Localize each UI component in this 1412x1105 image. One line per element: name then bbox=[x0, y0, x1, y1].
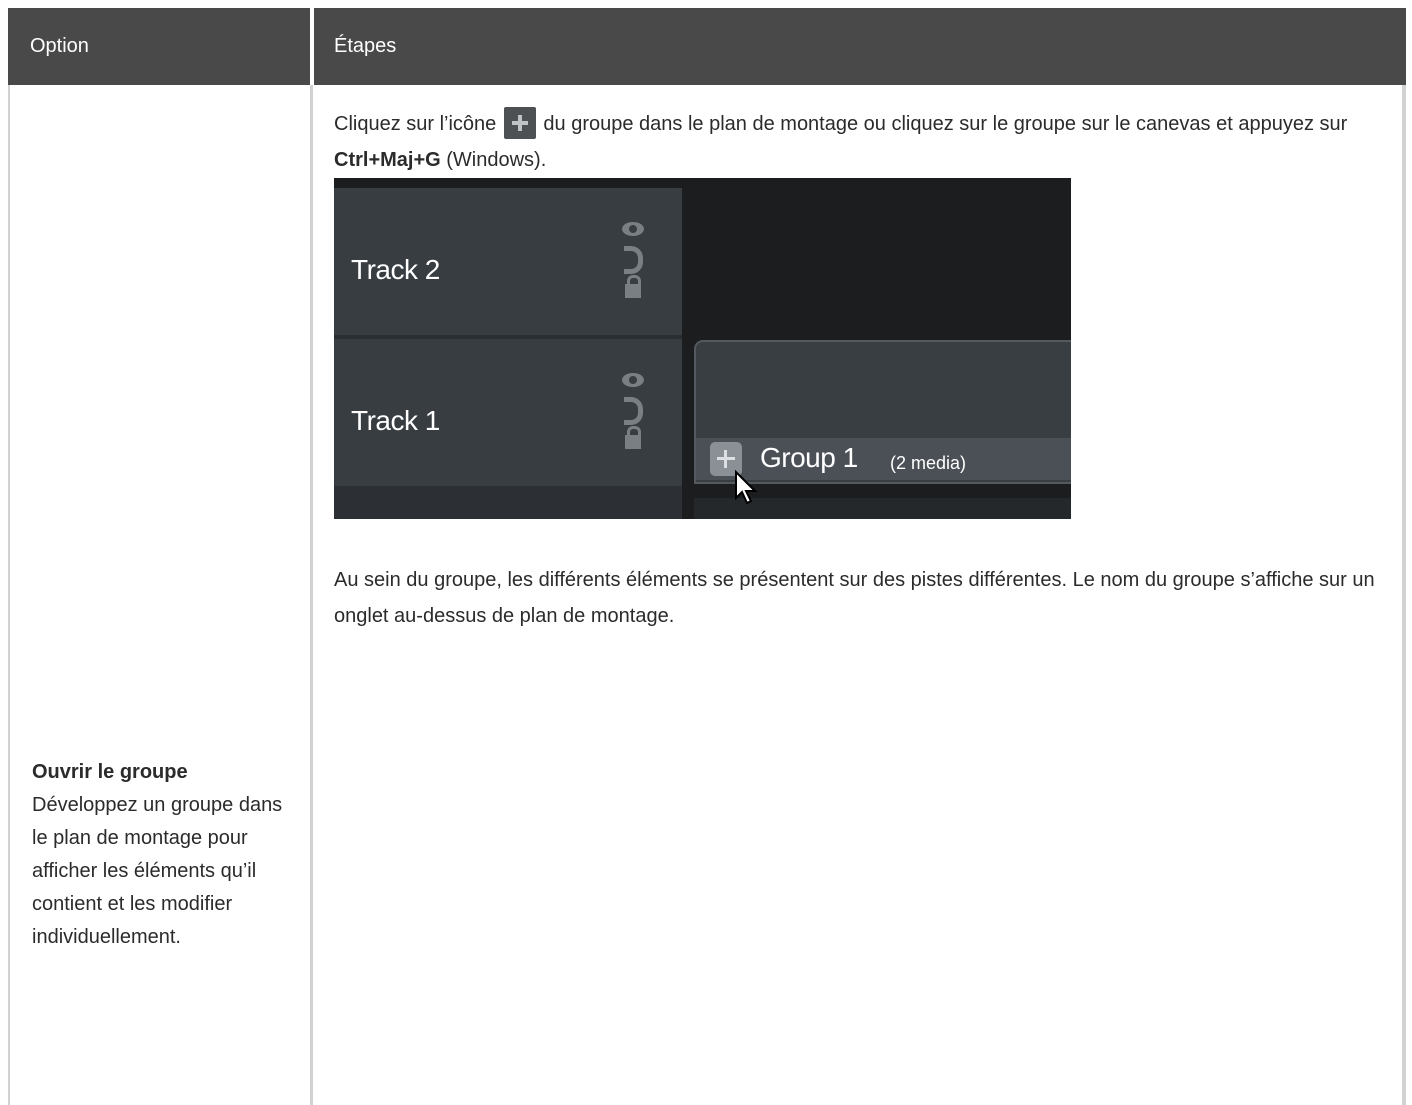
eye-icon bbox=[622, 373, 644, 387]
group-name: Group 1 bbox=[760, 442, 858, 473]
eye-icon bbox=[622, 222, 644, 236]
table-border-middle bbox=[310, 85, 313, 1105]
table-header: Option Étapes bbox=[8, 8, 1406, 85]
lock-icon bbox=[625, 426, 641, 449]
plus-icon bbox=[503, 107, 536, 139]
steps-paragraph-1: Cliquez sur l’icône du groupe dans le pl… bbox=[334, 106, 1384, 178]
option-title: Ouvrir le groupe bbox=[32, 761, 188, 783]
header-divider bbox=[310, 8, 314, 85]
track-header-empty bbox=[334, 486, 682, 519]
track-controls bbox=[622, 222, 648, 298]
timeline-screenshot: Track 2 Track 1 Group 1 (2 media) bbox=[334, 178, 1071, 519]
track-controls bbox=[622, 373, 648, 449]
magnet-icon bbox=[624, 246, 643, 274]
steps-text-end: (Windows). bbox=[446, 149, 547, 171]
group-media-count: (2 media) bbox=[890, 453, 967, 473]
steps-text-before-icon: Cliquez sur l’icône bbox=[334, 113, 497, 135]
column-header-steps: Étapes bbox=[334, 35, 397, 57]
steps-paragraph-2: Au sein du groupe, les différents élémen… bbox=[334, 569, 1375, 627]
track-header-2: Track 2 bbox=[334, 188, 682, 335]
steps-table: Option Étapes Cliquez sur l’icône du gro… bbox=[8, 8, 1406, 1105]
track-header-1: Track 1 bbox=[334, 339, 682, 486]
option-description: Développez un groupe dans le plan de mon… bbox=[32, 794, 283, 948]
steps-text-after-icon: du groupe dans le plan de montage ou cli… bbox=[543, 113, 1348, 135]
table-border-left bbox=[8, 85, 10, 1105]
option-cell: Ouvrir le groupe Développez un groupe da… bbox=[32, 756, 292, 954]
lock-icon bbox=[625, 275, 641, 298]
column-header-option: Option bbox=[30, 35, 89, 57]
timeline-track-2-area bbox=[684, 188, 1071, 335]
keyboard-shortcut: Ctrl+Maj+G bbox=[334, 149, 441, 171]
magnet-icon bbox=[624, 397, 643, 425]
table-border-right bbox=[1402, 85, 1406, 1105]
group-clip: Group 1 (2 media) bbox=[694, 340, 1071, 484]
track-label: Track 2 bbox=[351, 254, 440, 285]
cursor-icon bbox=[735, 470, 758, 505]
track-label: Track 1 bbox=[351, 405, 440, 436]
